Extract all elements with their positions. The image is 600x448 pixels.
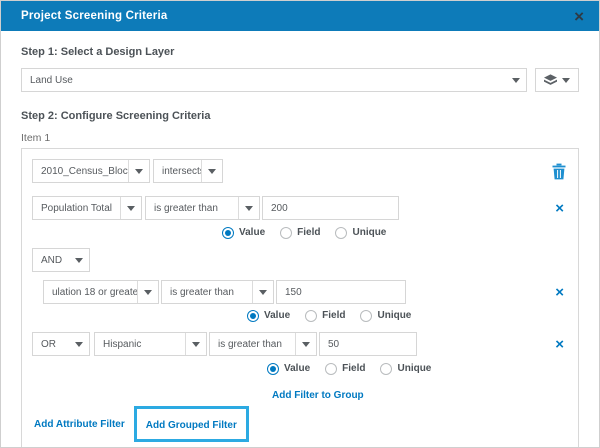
remove-filter-button-1[interactable]: ×	[555, 201, 564, 216]
and-or-select-3[interactable]: OR	[32, 332, 90, 356]
design-layer-select[interactable]: Land Use	[21, 68, 527, 92]
and-or-select-2[interactable]: AND	[32, 248, 90, 272]
step2-label: Step 2: Configure Screening Criteria	[21, 110, 211, 122]
radio-value-1[interactable]: Value	[222, 226, 265, 239]
radio-icon	[280, 226, 293, 239]
close-button[interactable]: ×	[574, 8, 584, 25]
chevron-down-icon	[506, 77, 526, 83]
radio-unique-2[interactable]: Unique	[360, 309, 411, 322]
layer-options-button[interactable]	[535, 68, 579, 92]
operator-value-2: is greater than	[170, 286, 234, 298]
radio-selected-icon	[267, 362, 279, 375]
filter-row-2: ulation 18 or greater is greater than ×	[32, 280, 568, 304]
field-value-1: Population Total	[41, 202, 112, 214]
filter-row-1: Population Total is greater than ×	[32, 196, 568, 220]
item-label: Item 1	[21, 132, 51, 144]
chevron-down-icon	[186, 341, 206, 347]
trash-icon	[552, 163, 566, 179]
field-value-3: Hispanic	[103, 338, 142, 350]
operator-select-1[interactable]: is greater than	[145, 196, 260, 220]
radio-unique-1[interactable]: Unique	[335, 226, 386, 239]
field-select-2[interactable]: ulation 18 or greater	[43, 280, 159, 304]
radio-unique-3[interactable]: Unique	[380, 362, 431, 375]
and-or-value-3: OR	[41, 338, 56, 350]
chevron-down-icon	[202, 168, 222, 174]
dialog-title: Project Screening Criteria	[21, 10, 168, 22]
add-grouped-filter-link[interactable]: Add Grouped Filter	[146, 420, 237, 431]
radio-value-3[interactable]: Value	[267, 362, 310, 375]
delete-item-button[interactable]	[552, 163, 566, 180]
mode-radio-group-2: Value Field Unique	[247, 309, 568, 322]
design-layer-value: Land Use	[30, 74, 73, 86]
screening-layer-value: 2010_Census_Blocks	[41, 165, 128, 177]
radio-icon	[335, 226, 348, 239]
chevron-down-icon	[129, 168, 149, 174]
chevron-down-icon	[138, 289, 158, 295]
chevron-down-icon	[121, 205, 141, 211]
item-layer-row: 2010_Census_Blocks intersects	[32, 159, 568, 183]
close-icon: ×	[555, 199, 564, 217]
chevron-down-icon	[562, 77, 570, 83]
field-select-1[interactable]: Population Total	[32, 196, 142, 220]
radio-field-1[interactable]: Field	[280, 226, 320, 239]
radio-icon	[305, 309, 318, 322]
mode-radio-group-1: Value Field Unique	[222, 226, 568, 239]
and-or-value-2: AND	[41, 254, 63, 266]
step1-label: Step 1: Select a Design Layer	[21, 46, 175, 58]
filter-row-3: OR Hispanic is greater than ×	[32, 332, 568, 356]
screening-layer-select[interactable]: 2010_Census_Blocks	[32, 159, 150, 183]
radio-icon	[360, 309, 373, 322]
layers-icon	[544, 74, 557, 85]
value-input-1[interactable]	[262, 196, 399, 220]
mode-radio-group-3: Value Field Unique	[267, 362, 568, 375]
field-value-2: ulation 18 or greater	[52, 286, 137, 298]
operator-select-2[interactable]: is greater than	[161, 280, 274, 304]
operator-value-3: is greater than	[218, 338, 282, 350]
spatial-operator-select[interactable]: intersects	[153, 159, 223, 183]
chevron-down-icon	[239, 205, 259, 211]
design-layer-row: Land Use	[21, 68, 579, 92]
chevron-down-icon	[69, 341, 89, 347]
radio-icon	[380, 362, 393, 375]
field-select-3[interactable]: Hispanic	[94, 332, 207, 356]
close-icon: ×	[555, 283, 564, 301]
add-attribute-filter-link[interactable]: Add Attribute Filter	[34, 419, 125, 430]
chevron-down-icon	[253, 289, 273, 295]
radio-selected-icon	[222, 226, 234, 239]
remove-filter-button-2[interactable]: ×	[555, 285, 564, 300]
chevron-down-icon	[296, 341, 316, 347]
highlight-callout-box: Add Grouped Filter	[133, 406, 249, 442]
spatial-operator-value: intersects	[162, 165, 201, 177]
remove-filter-button-3[interactable]: ×	[555, 337, 564, 352]
value-input-2[interactable]	[276, 280, 406, 304]
close-icon: ×	[555, 335, 564, 353]
operator-value-1: is greater than	[154, 202, 218, 214]
radio-field-2[interactable]: Field	[305, 309, 345, 322]
value-input-3[interactable]	[319, 332, 417, 356]
add-filter-to-group-link[interactable]: Add Filter to Group	[272, 390, 364, 401]
project-screening-dialog: Project Screening Criteria × Step 1: Sel…	[0, 0, 600, 448]
chevron-down-icon	[69, 257, 89, 263]
dialog-header: Project Screening Criteria ×	[1, 1, 599, 31]
close-icon: ×	[574, 6, 584, 26]
radio-value-2[interactable]: Value	[247, 309, 290, 322]
radio-field-3[interactable]: Field	[325, 362, 365, 375]
radio-icon	[325, 362, 338, 375]
operator-select-3[interactable]: is greater than	[209, 332, 317, 356]
radio-selected-icon	[247, 309, 259, 322]
item-panel: 2010_Census_Blocks intersects	[21, 148, 579, 447]
logic-row: AND	[32, 248, 568, 272]
